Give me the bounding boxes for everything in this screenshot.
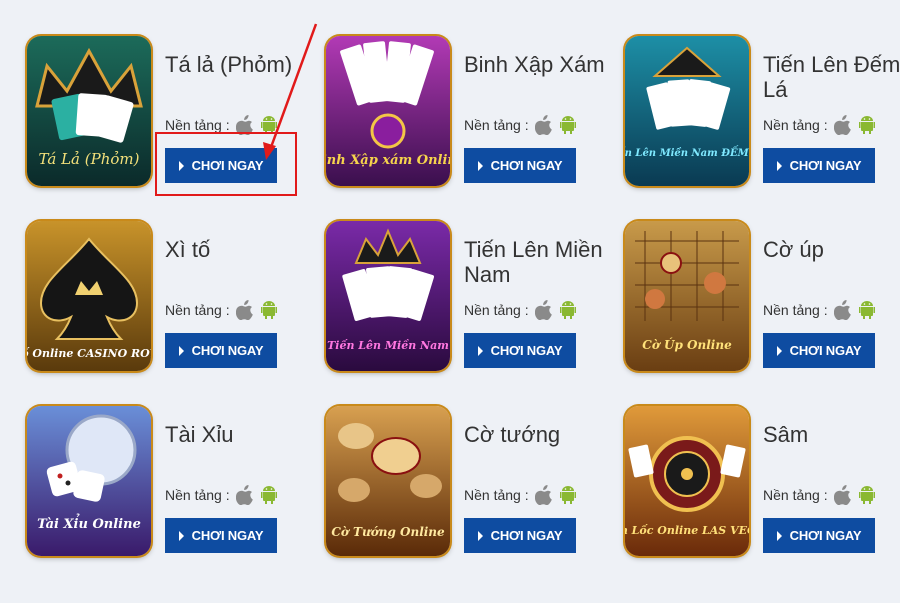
annotation-arrow-icon: [263, 23, 318, 160]
